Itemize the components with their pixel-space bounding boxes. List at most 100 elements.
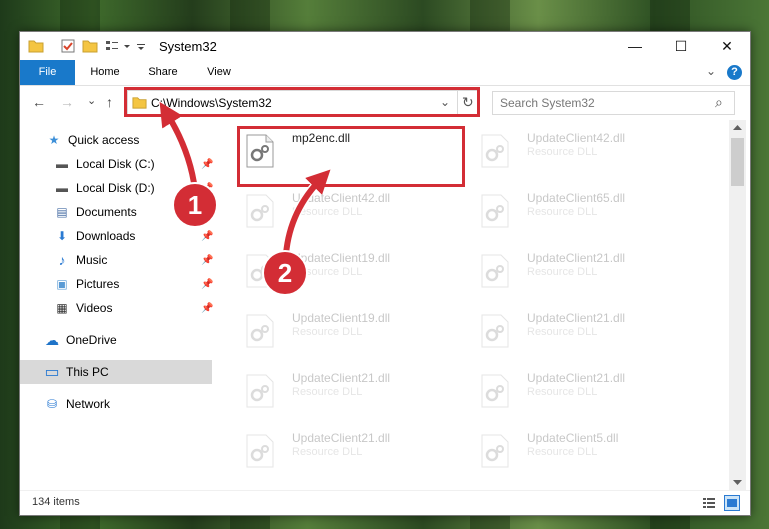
file-type: Resource DLL xyxy=(292,386,363,398)
file-item[interactable]: UpdateClient21.dll Resource DLL xyxy=(475,246,705,304)
dll-file-icon xyxy=(481,314,509,348)
title-bar: System32 — ☐ ✕ xyxy=(20,32,750,60)
sidebar-item-onedrive[interactable]: ☁ OneDrive xyxy=(20,328,212,352)
search-box[interactable]: Search System32 ⌕ xyxy=(492,91,735,115)
file-name: UpdateClient21.dll xyxy=(292,431,391,445)
file-name: UpdateClient42.dll xyxy=(292,191,391,205)
search-input[interactable]: Search System32 xyxy=(500,96,595,110)
dll-file-icon xyxy=(246,194,274,228)
dll-file-icon xyxy=(246,434,274,468)
sidebar-item-network[interactable]: ⛁ Network xyxy=(20,392,212,416)
file-item[interactable]: UpdateClient42.dll Resource DLL xyxy=(240,186,470,244)
back-button[interactable]: ← xyxy=(32,94,46,110)
sidebar-item-label: Videos xyxy=(76,301,113,315)
file-item[interactable]: UpdateClient42.dll Resource DLL xyxy=(475,126,705,184)
file-type: Resource DLL xyxy=(292,326,363,338)
pin-icon[interactable]: 📌 xyxy=(201,303,213,314)
file-type: Resource DLL xyxy=(527,326,598,338)
properties-icon[interactable] xyxy=(60,38,76,54)
scroll-down-icon[interactable] xyxy=(733,480,742,486)
address-highlight-box xyxy=(124,87,480,117)
status-bar: 134 items xyxy=(20,490,750,515)
pin-icon[interactable]: 📌 xyxy=(201,279,213,290)
file-highlight-box xyxy=(237,126,465,187)
file-item[interactable]: UpdateClient5.dll Resource DLL xyxy=(475,426,705,484)
minimize-button[interactable]: — xyxy=(612,32,658,60)
sidebar-item-quick-access[interactable]: ★ Quick access xyxy=(20,128,212,152)
documents-icon: ▤ xyxy=(56,205,68,219)
pin-icon[interactable]: 📌 xyxy=(201,159,213,170)
tab-view[interactable]: View xyxy=(198,60,240,85)
recent-locations-button[interactable]: ⌄ xyxy=(87,94,96,107)
sidebar-item-this-pc[interactable]: ▭ This PC xyxy=(20,360,212,384)
file-item[interactable]: UpdateClient21.dll Resource DLL xyxy=(240,366,470,424)
sidebar-item-label: Downloads xyxy=(76,229,136,243)
file-item[interactable]: UpdateClient21.dll Resource DLL xyxy=(475,306,705,364)
sidebar-item-downloads[interactable]: ⬇ Downloads 📌 xyxy=(20,224,213,248)
file-item[interactable]: UpdateClient65.dll Resource DLL xyxy=(475,186,705,244)
dll-file-icon xyxy=(481,434,509,468)
step-badge-1: 1 xyxy=(172,182,218,228)
tab-share[interactable]: Share xyxy=(138,60,188,85)
dll-file-icon xyxy=(481,134,509,168)
new-folder-icon[interactable] xyxy=(82,38,98,54)
item-count: 134 items xyxy=(32,496,80,508)
pin-icon[interactable]: 📌 xyxy=(201,231,213,242)
dll-file-icon xyxy=(481,254,509,288)
sidebar-item-label: Pictures xyxy=(76,277,120,291)
file-type: Resource DLL xyxy=(527,386,598,398)
file-item[interactable]: UpdateClient21.dll Resource DLL xyxy=(240,426,470,484)
file-type: Resource DLL xyxy=(527,206,598,218)
file-name: UpdateClient21.dll xyxy=(527,251,626,265)
file-item[interactable]: UpdateClient21.dll Resource DLL xyxy=(475,366,705,424)
music-icon: ♪ xyxy=(58,252,66,268)
computer-icon: ▭ xyxy=(44,364,60,381)
scroll-up-icon[interactable] xyxy=(733,124,742,130)
folder-icon xyxy=(28,40,44,53)
view-options-icon[interactable] xyxy=(104,38,120,54)
sidebar-item-pictures[interactable]: ▣ Pictures 📌 xyxy=(20,272,213,296)
details-view-icon[interactable] xyxy=(702,496,716,510)
file-name: UpdateClient5.dll xyxy=(527,431,619,445)
drive-icon: ▬ xyxy=(56,181,68,195)
up-button[interactable]: ↑ xyxy=(106,94,113,110)
file-name: UpdateClient19.dll xyxy=(292,251,391,265)
dll-file-icon xyxy=(246,374,274,408)
dll-file-icon xyxy=(246,314,274,348)
dropdown-arrow-icon[interactable] xyxy=(136,38,146,54)
file-type: Resource DLL xyxy=(527,446,598,458)
ribbon-collapse-icon[interactable]: ⌄ xyxy=(706,64,716,78)
ribbon-tabs: File Home Share View ⌄ ? xyxy=(20,60,750,86)
scrollbar-thumb[interactable] xyxy=(731,138,744,186)
pin-icon[interactable]: 📌 xyxy=(201,255,213,266)
sidebar-item-local-disk-c[interactable]: ▬ Local Disk (C:) 📌 xyxy=(20,152,213,176)
file-name: UpdateClient19.dll xyxy=(292,311,391,325)
vertical-scrollbar[interactable] xyxy=(729,120,746,490)
dll-file-icon xyxy=(481,194,509,228)
file-name: UpdateClient21.dll xyxy=(292,371,391,385)
maximize-button[interactable]: ☐ xyxy=(658,32,704,60)
sidebar-item-label: Music xyxy=(76,253,108,267)
star-icon: ★ xyxy=(48,133,60,147)
close-button[interactable]: ✕ xyxy=(704,32,750,60)
sidebar-item-label: Network xyxy=(66,397,111,411)
sidebar-item-label: Quick access xyxy=(68,133,140,147)
file-item[interactable]: UpdateClient19.dll Resource DLL xyxy=(240,306,470,364)
tiles-view-icon[interactable] xyxy=(724,495,740,511)
sidebar-item-label: Local Disk (D:) xyxy=(76,181,155,195)
tab-home[interactable]: Home xyxy=(82,60,128,85)
sidebar-item-music[interactable]: ♪ Music 📌 xyxy=(20,248,214,272)
step-badge-2: 2 xyxy=(262,250,308,296)
file-type: Resource DLL xyxy=(292,206,363,218)
search-icon: ⌕ xyxy=(715,94,723,110)
forward-button[interactable]: → xyxy=(60,94,74,110)
sidebar-item-label: OneDrive xyxy=(66,333,117,347)
dll-file-icon xyxy=(481,374,509,408)
file-name: UpdateClient21.dll xyxy=(527,311,626,325)
help-icon[interactable]: ? xyxy=(727,65,742,80)
file-type: Resource DLL xyxy=(527,146,598,158)
cloud-icon: ☁ xyxy=(45,331,59,348)
sidebar-item-videos[interactable]: ▦ Videos 📌 xyxy=(20,296,213,320)
customize-toolbar-icon[interactable] xyxy=(122,38,132,54)
tab-file[interactable]: File xyxy=(20,60,75,85)
